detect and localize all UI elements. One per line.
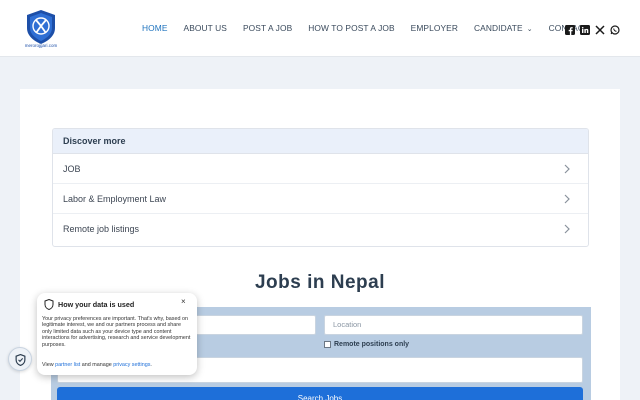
privacy-footer-mid: and manage — [80, 362, 114, 368]
logo-icon: merorojgari.com — [25, 10, 58, 48]
discover-more-panel: Discover more JOB Labor & Employment Law… — [52, 128, 589, 247]
remote-positions-checkbox[interactable]: Remote positions only — [324, 341, 409, 348]
close-icon[interactable]: × — [181, 297, 186, 306]
checkbox-box[interactable] — [324, 341, 331, 348]
linkedin-icon[interactable] — [580, 22, 590, 35]
nav-how-to-post-a-job[interactable]: HOW TO POST A JOB — [308, 23, 394, 33]
discover-item-labor-law[interactable]: Labor & Employment Law — [53, 184, 588, 214]
privacy-title: How your data is used — [58, 300, 135, 309]
privacy-footer: View partner list and manage privacy set… — [42, 362, 197, 368]
privacy-settings-button[interactable] — [8, 347, 32, 371]
discover-item-label: Remote job listings — [63, 224, 140, 234]
site-header: merorojgari.com HOME ABOUT US POST A JOB… — [0, 0, 640, 57]
discover-item-remote-jobs[interactable]: Remote job listings — [53, 214, 588, 244]
remote-positions-label: Remote positions only — [334, 341, 410, 348]
privacy-footer-suffix: . — [150, 362, 152, 368]
facebook-icon[interactable] — [565, 22, 575, 35]
main-nav: HOME ABOUT US POST A JOB HOW TO POST A J… — [142, 20, 605, 36]
chevron-right-icon — [564, 164, 570, 174]
chevron-right-icon — [564, 224, 570, 234]
page-title: Jobs in Nepal — [254, 272, 386, 293]
privacy-settings-link[interactable]: privacy settings — [113, 362, 150, 368]
logo-text: merorojgari.com — [25, 43, 58, 48]
whatsapp-icon[interactable] — [610, 22, 620, 35]
partner-list-link[interactable]: partner list — [55, 362, 80, 368]
chevron-down-icon: ⌄ — [526, 26, 533, 33]
nav-about-us[interactable]: ABOUT US — [184, 23, 227, 33]
nav-employer[interactable]: EMPLOYER — [411, 23, 458, 33]
discover-more-title: Discover more — [53, 129, 588, 154]
privacy-body: Your privacy preferences are important. … — [42, 316, 191, 348]
discover-item-label: JOB — [63, 164, 81, 174]
discover-item-label: Labor & Employment Law — [63, 194, 167, 204]
social-links — [565, 22, 625, 35]
privacy-popup: How your data is used × Your privacy pre… — [37, 293, 197, 375]
nav-home[interactable]: HOME — [142, 23, 168, 33]
nav-post-a-job[interactable]: POST A JOB — [243, 23, 292, 33]
nav-candidate[interactable]: CANDIDATE ⌄ — [474, 23, 533, 33]
shield-check-icon — [15, 354, 26, 366]
discover-item-job[interactable]: JOB — [53, 154, 588, 184]
nav-candidate-label: CANDIDATE — [474, 23, 523, 33]
chevron-right-icon — [564, 194, 570, 204]
search-jobs-button[interactable]: Search Jobs — [57, 387, 583, 400]
site-logo[interactable]: merorojgari.com — [20, 8, 62, 48]
privacy-footer-prefix: View — [42, 362, 56, 368]
shield-icon — [44, 299, 54, 310]
x-icon[interactable] — [595, 22, 605, 35]
location-input[interactable]: Location — [324, 315, 583, 335]
